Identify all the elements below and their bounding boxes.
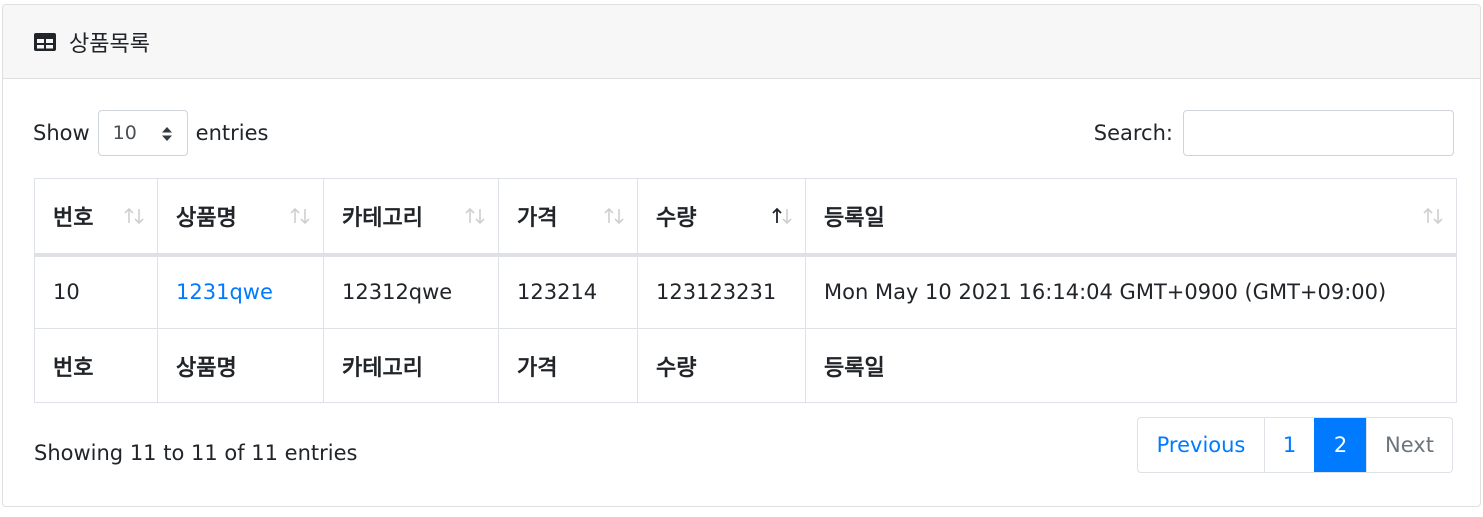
- table-controls: Show 10 entries Search:: [33, 109, 1454, 157]
- pagination-page-2-active[interactable]: 2: [1314, 418, 1366, 472]
- table-footer-row: 번호 상품명 카테고리 가격 수량 등록일: [34, 328, 1457, 403]
- column-header-price[interactable]: 가격: [498, 178, 638, 257]
- column-header-category[interactable]: 카테고리: [323, 178, 499, 257]
- pagination-page-1[interactable]: 1: [1264, 418, 1314, 472]
- column-header-date[interactable]: 등록일: [805, 178, 1457, 257]
- product-list-card: 상품목록 Show 10 entries Search: 번호 상품명 카테고리…: [2, 4, 1481, 507]
- cell-name: 1231qwe: [157, 254, 324, 329]
- pagination: Previous 1 2 Next: [1137, 417, 1453, 473]
- sort-icon: [603, 206, 625, 225]
- cell-category: 12312qwe: [323, 254, 499, 329]
- cell-no: 10: [34, 254, 158, 329]
- column-header-name[interactable]: 상품명: [157, 178, 324, 257]
- column-header-no[interactable]: 번호: [34, 178, 158, 257]
- sort-icon: [123, 206, 145, 225]
- footer-name: 상품명: [157, 328, 324, 403]
- cell-price: 123214: [498, 254, 638, 329]
- length-control: Show 10 entries: [33, 109, 268, 157]
- footer-category: 카테고리: [323, 328, 499, 403]
- entries-label: entries: [195, 121, 269, 145]
- show-label: Show: [33, 121, 90, 145]
- search-label: Search:: [1093, 121, 1173, 145]
- entries-select[interactable]: 10: [97, 110, 188, 156]
- cell-date: Mon May 10 2021 16:14:04 GMT+0900 (GMT+0…: [805, 254, 1457, 329]
- pagination-next[interactable]: Next: [1366, 418, 1452, 472]
- pagination-previous[interactable]: Previous: [1138, 418, 1264, 472]
- cell-qty: 123123231: [637, 254, 806, 329]
- sort-icon: [289, 206, 311, 225]
- card-header: 상품목록: [3, 5, 1480, 79]
- sort-icon: [464, 206, 486, 225]
- footer-price: 가격: [498, 328, 638, 403]
- search-control: Search:: [1094, 109, 1454, 157]
- product-name-link[interactable]: 1231qwe: [176, 280, 273, 304]
- entries-select-value: 10: [112, 122, 137, 144]
- footer-no: 번호: [34, 328, 158, 403]
- column-header-qty[interactable]: 수량: [637, 178, 806, 257]
- sort-arrows-icon: [161, 125, 173, 141]
- table-icon: [33, 32, 57, 52]
- table-header-row: 번호 상품명 카테고리 가격 수량 등록일: [34, 178, 1457, 257]
- sort-asc-icon: [771, 206, 793, 225]
- product-table: 번호 상품명 카테고리 가격 수량 등록일 10 1231qwe 12312qw…: [34, 178, 1457, 403]
- search-input[interactable]: [1183, 110, 1454, 156]
- footer-qty: 수량: [637, 328, 806, 403]
- footer-date: 등록일: [805, 328, 1457, 403]
- table-info: Showing 11 to 11 of 11 entries: [34, 441, 358, 465]
- table-row: 10 1231qwe 12312qwe 123214 123123231 Mon…: [34, 254, 1457, 329]
- sort-icon: [1422, 206, 1444, 225]
- card-title: 상품목록: [69, 31, 150, 57]
